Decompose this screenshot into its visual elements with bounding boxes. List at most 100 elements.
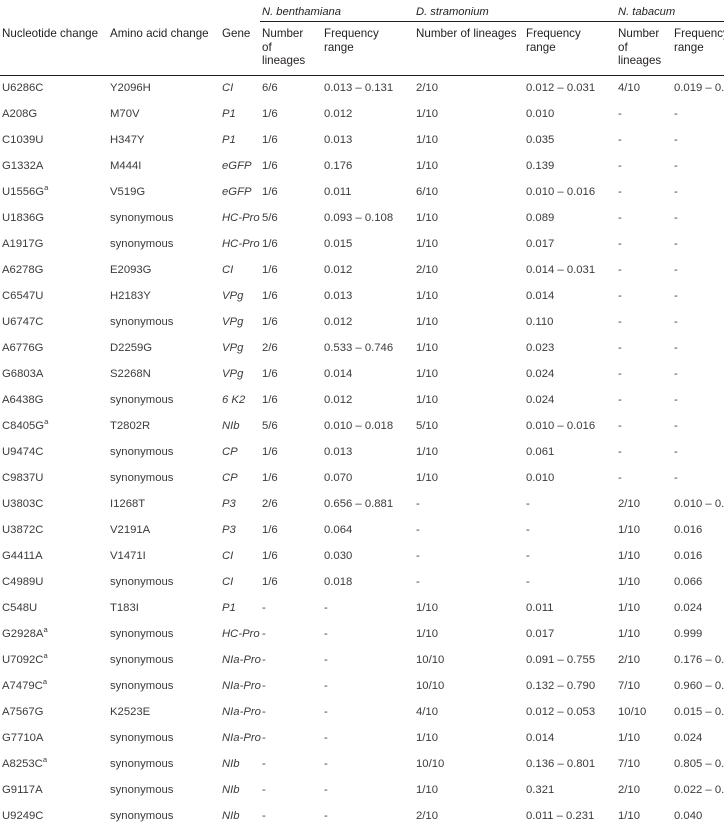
cell-nucleotide-change: U1836G (2, 212, 45, 224)
cell-nb-frequency-range: 0.015 (324, 238, 353, 250)
cell-ds-frequency-range: 0.010 – 0.016 (526, 420, 596, 432)
cell-tb-frequency-range: 0.176 – 0.999 (674, 654, 724, 666)
cell-gene: HC-Pro (222, 628, 260, 640)
table-row: U9474C synonymous CP 1/6 0.013 1/10 0.061 - - (0, 440, 724, 466)
cell-amino-acid-change: V2191A (110, 524, 151, 536)
cell-nb-frequency-range: - (324, 602, 328, 614)
footnote-marker: a (42, 677, 48, 687)
cell-ds-number-of-lineages: - (416, 550, 420, 562)
cell-gene: VPg (222, 316, 244, 328)
cell-ds-number-of-lineages: 1/10 (416, 446, 438, 458)
cell-nucleotide-change: A1917G (2, 238, 44, 250)
table-row: A7567G K2523E NIa-Pro - -4/10 0.012 – 0.053 10… (0, 700, 724, 726)
cell-tb-number-of-lineages: 1/10 (618, 810, 640, 822)
cell-tb-frequency-range: 0.010 – 0.019 (674, 498, 724, 510)
cell-amino-acid-change: synonymous (110, 446, 174, 458)
cell-nb-frequency-range: - (324, 680, 328, 692)
cell-amino-acid-change: V519G (110, 186, 146, 198)
cell-amino-acid-change: synonymous (110, 238, 174, 250)
table-row: G9117A synonymous NIb - - 1/10 0.321 2/10 0.022 … (0, 778, 724, 804)
cell-gene: CP (222, 472, 238, 484)
table-row: U1556Ga V519G eGFP 1/6 0.011 6/10 0.010 – 0.01… (0, 180, 724, 206)
cell-tb-frequency-range: 0.040 (674, 810, 703, 822)
cell-gene: CI (222, 550, 234, 562)
cell-gene: VPg (222, 290, 244, 302)
cell-nb-frequency-range: 0.011 (324, 186, 352, 198)
cell-ds-number-of-lineages: - (416, 524, 420, 536)
cell-gene: VPg (222, 368, 244, 380)
cell-ds-frequency-range: 0.017 (526, 238, 555, 250)
cell-tb-number-of-lineages: 2/10 (618, 784, 640, 796)
column-header-gene: Gene (220, 21, 260, 76)
cell-tb-frequency-range: - (674, 108, 678, 120)
species-group-header-row: N. benthamiana D. stramonium N. tabacum (0, 0, 724, 22)
cell-tb-number-of-lineages: - (618, 108, 622, 120)
table-row: G2928Aa synonymous HC-Pro - -1/10 0.017 1/10 0.… (0, 622, 724, 648)
cell-nb-frequency-range: 0.013 (324, 290, 353, 302)
table-row: C4989U synonymous CI 1/6 0.018 - - 1/10 0.066 (0, 570, 724, 596)
table-row: A6278G E2093G CI 1/6 0.012 2/10 0.014 – 0.031 -… (0, 258, 724, 284)
cell-ds-frequency-range: - (526, 576, 530, 588)
cell-ds-frequency-range: 0.024 (526, 394, 555, 406)
cell-tb-frequency-range: - (674, 134, 678, 146)
cell-nucleotide-change: U3803C (2, 498, 44, 510)
cell-nb-number-of-lineages: 6/6 (262, 82, 278, 94)
cell-amino-acid-change: T183I (110, 602, 139, 614)
cell-ds-frequency-range: 0.132 – 0.790 (526, 680, 596, 692)
cell-ds-frequency-range: - (526, 498, 530, 510)
cell-nb-number-of-lineages: - (262, 732, 266, 744)
cell-nucleotide-change: C6547U (2, 290, 44, 302)
cell-nucleotide-change: A8253Ca (2, 755, 48, 770)
cell-ds-number-of-lineages: 1/10 (416, 368, 438, 380)
cell-ds-number-of-lineages: 10/10 (416, 680, 445, 692)
footnote-marker: a (44, 417, 49, 427)
cell-ds-frequency-range: 0.011 (526, 602, 554, 614)
cell-tb-number-of-lineages: - (618, 368, 622, 380)
cell-amino-acid-change: I1268T (110, 498, 146, 510)
footnote-marker: a (43, 625, 48, 635)
cell-ds-number-of-lineages: 5/10 (416, 420, 438, 432)
cell-tb-number-of-lineages: - (618, 342, 622, 354)
cell-gene: VPg (222, 342, 244, 354)
cell-nb-number-of-lineages: - (262, 602, 266, 614)
cell-nucleotide-change: G9117A (2, 784, 43, 796)
cell-ds-number-of-lineages: 2/10 (416, 264, 438, 276)
cell-nb-number-of-lineages: 1/6 (262, 524, 278, 536)
cell-tb-frequency-range: 0.066 (674, 576, 703, 588)
cell-tb-frequency-range: - (674, 420, 678, 432)
cell-nb-number-of-lineages: 1/6 (262, 238, 278, 250)
cell-nb-number-of-lineages: 1/6 (262, 264, 278, 276)
cell-nb-number-of-lineages: 1/6 (262, 108, 278, 120)
cell-tb-frequency-range: 0.016 (674, 550, 703, 562)
table-row: A7479Ca synonymous NIa-Pro - -10/10 0.132 – 0… (0, 674, 724, 700)
cell-nucleotide-change: U7092Ca (2, 651, 48, 666)
cell-tb-number-of-lineages: 1/10 (618, 602, 640, 614)
cell-tb-number-of-lineages: 1/10 (618, 576, 640, 588)
cell-tb-frequency-range: 0.015 – 0.871 (674, 706, 724, 718)
cell-ds-frequency-range: 0.035 (526, 134, 555, 146)
cell-nucleotide-change: U1556Ga (2, 183, 49, 198)
cell-amino-acid-change: Y2096H (110, 82, 151, 94)
cell-gene: NIa-Pro (222, 706, 261, 718)
cell-nb-frequency-range: 0.013 (324, 446, 353, 458)
cell-nb-number-of-lineages: 1/6 (262, 186, 278, 198)
cell-ds-frequency-range: - (526, 524, 530, 536)
cell-gene: HC-Pro (222, 238, 260, 250)
cell-tb-frequency-range: - (674, 186, 678, 198)
cell-nb-frequency-range: - (324, 628, 328, 640)
cell-nb-frequency-range: 0.656 – 0.881 (324, 498, 394, 510)
cell-tb-frequency-range: - (674, 394, 678, 406)
cell-gene: NIb (222, 784, 240, 796)
cell-amino-acid-change: S2268N (110, 368, 151, 380)
cell-ds-frequency-range: 0.136 – 0.801 (526, 758, 596, 770)
cell-ds-number-of-lineages: 6/10 (416, 186, 438, 198)
cell-nb-number-of-lineages: 1/6 (262, 134, 278, 146)
cell-tb-number-of-lineages: 1/10 (618, 524, 640, 536)
cell-ds-number-of-lineages: 1/10 (416, 238, 438, 250)
cell-nucleotide-change: G2928Aa (2, 625, 48, 640)
cell-tb-frequency-range: 0.805 – 0.998 (674, 758, 724, 770)
cell-gene: P3 (222, 498, 236, 510)
cell-amino-acid-change: synonymous (110, 784, 174, 796)
cell-ds-number-of-lineages: 1/10 (416, 290, 438, 302)
cell-nucleotide-change: U3872C (2, 524, 44, 536)
